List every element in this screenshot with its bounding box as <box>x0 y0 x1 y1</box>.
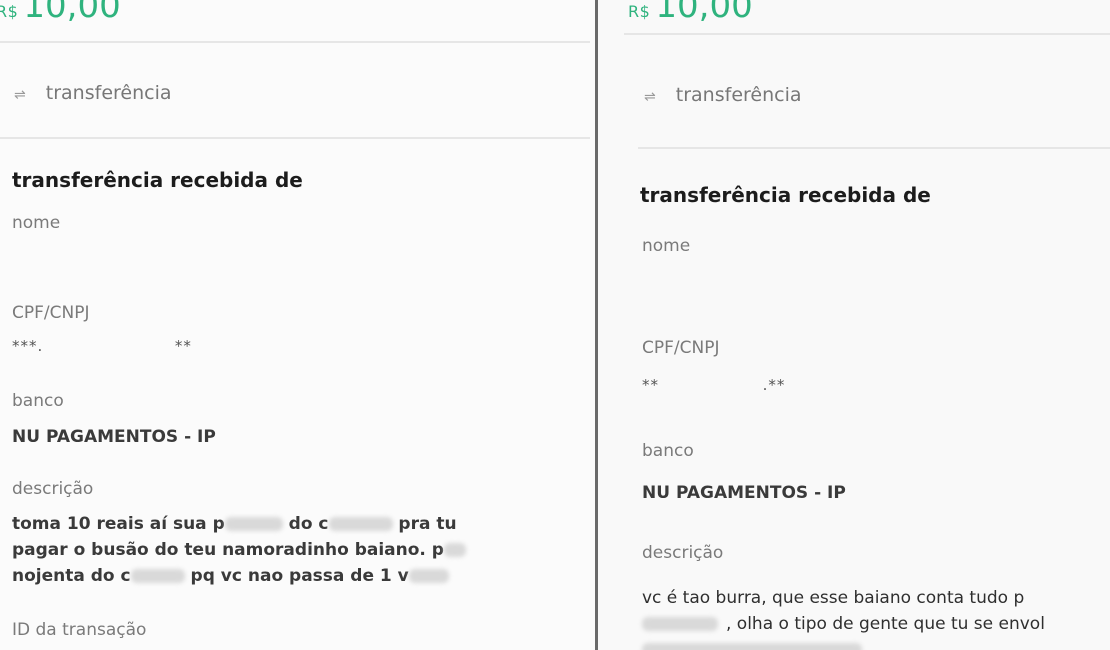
transfer-arrows-icon: ⇌ <box>644 89 656 105</box>
cpf-cnpj-value: ** .** <box>642 376 786 394</box>
amount-currency: R$ <box>628 2 651 21</box>
amount-value: 10,00 <box>23 0 121 26</box>
amount: R$ 10,00 <box>0 0 121 26</box>
description-label: descrição <box>12 479 94 499</box>
cpf-cnpj-label: CPF/CNPJ <box>642 338 720 358</box>
censored-word <box>642 643 862 650</box>
censored-word <box>224 517 283 531</box>
bank-value: NU PAGAMENTOS - IP <box>642 483 846 503</box>
description-line-1: toma 10 reais aí sua p do c pra tu <box>12 514 457 534</box>
transfer-arrows-icon: ⇌ <box>14 87 26 103</box>
description-line-3-cutoff <box>642 637 862 650</box>
transaction-id-label: ID da transação <box>12 620 147 640</box>
description-line-3: nojenta do c pq vc nao passa de 1 v <box>12 563 449 589</box>
divider-line <box>0 137 590 139</box>
amount: R$ 10,00 <box>628 0 753 26</box>
description-line-2: , olha o tipo de gente que tu se envol <box>642 611 1045 637</box>
description-line-1: vc é tao burra, que esse baiano conta tu… <box>642 588 1025 608</box>
amount-currency: R$ <box>0 2 19 21</box>
divider-line <box>0 41 590 43</box>
transaction-type-row: ⇌ transferência <box>644 84 802 106</box>
divider-line <box>624 33 1110 35</box>
censored-word <box>408 569 449 583</box>
censored-word <box>443 543 466 557</box>
name-label: nome <box>12 213 61 233</box>
section-title: transferência recebida de <box>12 168 303 192</box>
bank-value: NU PAGAMENTOS - IP <box>12 427 216 447</box>
bank-label: banco <box>12 391 64 411</box>
transaction-type-label: transferência <box>45 82 172 104</box>
censored-word <box>130 569 185 583</box>
divider-line <box>638 147 1110 149</box>
section-title: transferência recebida de <box>640 183 931 207</box>
bank-label: banco <box>642 441 694 461</box>
left-receipt-panel: R$ 10,00 ⇌ transferência transferência r… <box>0 0 595 650</box>
cpf-cnpj-value: ***. ** <box>12 337 192 355</box>
description-label: descrição <box>642 543 724 563</box>
censored-word <box>642 617 718 631</box>
name-label: nome <box>642 236 691 256</box>
transaction-type-label: transferência <box>675 84 802 106</box>
right-receipt-panel: R$ 10,00 ⇌ transferência transferência r… <box>598 0 1110 650</box>
cpf-cnpj-label: CPF/CNPJ <box>12 303 90 323</box>
description-line-2: pagar o busão do teu namoradinho baiano.… <box>12 537 466 563</box>
censored-word <box>328 517 393 531</box>
transaction-type-row: ⇌ transferência <box>14 82 172 104</box>
amount-value: 10,00 <box>655 0 753 26</box>
